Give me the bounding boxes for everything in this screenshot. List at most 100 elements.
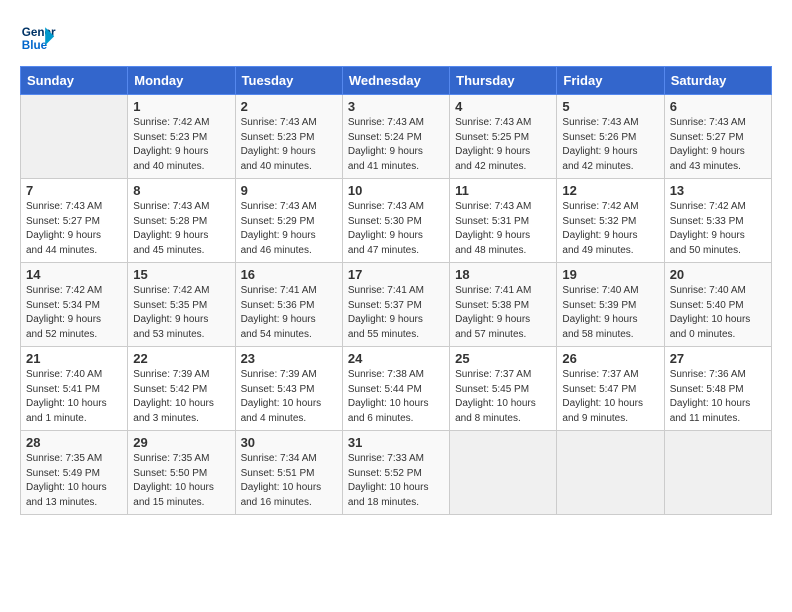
calendar-body: 1Sunrise: 7:42 AM Sunset: 5:23 PM Daylig… <box>21 95 772 515</box>
calendar-cell: 5Sunrise: 7:43 AM Sunset: 5:26 PM Daylig… <box>557 95 664 179</box>
day-number: 12 <box>562 183 658 198</box>
day-info: Sunrise: 7:42 AM Sunset: 5:23 PM Dayligh… <box>133 116 229 174</box>
day-number: 31 <box>348 435 444 450</box>
day-info: Sunrise: 7:43 AM Sunset: 5:28 PM Dayligh… <box>133 200 229 258</box>
day-number: 21 <box>26 351 122 366</box>
week-row-3: 21Sunrise: 7:40 AM Sunset: 5:41 PM Dayli… <box>21 347 772 431</box>
calendar-cell <box>21 95 128 179</box>
calendar-cell: 24 Sunrise: 7:38 AM Sunset: 5:44 PM Dayli… <box>342 347 449 431</box>
day-number: 15 <box>133 267 229 282</box>
day-info: Sunrise: 7:35 AM Sunset: 5:50 PM Dayligh… <box>133 452 229 510</box>
calendar-cell: 9 Sunrise: 7:43 AM Sunset: 5:29 PM Daylig… <box>235 179 342 263</box>
day-info: Sunrise: 7:35 AM Sunset: 5:49 PM Dayligh… <box>26 452 122 510</box>
day-number: 6 <box>670 99 766 114</box>
calendar-cell: 7 Sunrise: 7:43 AM Sunset: 5:27 PM Daylig… <box>21 179 128 263</box>
calendar-cell: 4 Sunrise: 7:43 AM Sunset: 5:25 PM Daylig… <box>450 95 557 179</box>
calendar-cell: 13 Sunrise: 7:42 AM Sunset: 5:33 PM Dayli… <box>664 179 771 263</box>
day-info: Sunrise: 7:41 AM Sunset: 5:37 PM Dayligh… <box>348 284 444 342</box>
calendar-cell: 11Sunrise: 7:43 AM Sunset: 5:31 PM Dayli… <box>450 179 557 263</box>
day-number: 16 <box>241 267 337 282</box>
day-info: Sunrise: 7:37 AM Sunset: 5:47 PM Dayligh… <box>562 368 658 426</box>
weekday-header-thursday: Thursday <box>450 67 557 95</box>
day-number: 10 <box>348 183 444 198</box>
day-info: Sunrise: 7:40 AM Sunset: 5:40 PM Dayligh… <box>670 284 766 342</box>
day-info: Sunrise: 7:38 AM Sunset: 5:44 PM Dayligh… <box>348 368 444 426</box>
day-number: 8 <box>133 183 229 198</box>
day-info: Sunrise: 7:41 AM Sunset: 5:36 PM Dayligh… <box>241 284 337 342</box>
calendar-cell: 29 Sunrise: 7:35 AM Sunset: 5:50 PM Dayli… <box>128 431 235 515</box>
calendar-cell: 2Sunrise: 7:43 AM Sunset: 5:23 PM Daylig… <box>235 95 342 179</box>
day-number: 13 <box>670 183 766 198</box>
calendar-cell <box>450 431 557 515</box>
day-info: Sunrise: 7:42 AM Sunset: 5:35 PM Dayligh… <box>133 284 229 342</box>
calendar-cell: 1Sunrise: 7:42 AM Sunset: 5:23 PM Daylig… <box>128 95 235 179</box>
calendar-cell: 18 Sunrise: 7:41 AM Sunset: 5:38 PM Dayli… <box>450 263 557 347</box>
day-info: Sunrise: 7:36 AM Sunset: 5:48 PM Dayligh… <box>670 368 766 426</box>
day-number: 19 <box>562 267 658 282</box>
weekday-header-row: SundayMondayTuesdayWednesdayThursdayFrid… <box>21 67 772 95</box>
day-info: Sunrise: 7:43 AM Sunset: 5:25 PM Dayligh… <box>455 116 551 174</box>
day-number: 28 <box>26 435 122 450</box>
calendar-cell: 15 Sunrise: 7:42 AM Sunset: 5:35 PM Dayli… <box>128 263 235 347</box>
day-number: 24 <box>348 351 444 366</box>
day-number: 7 <box>26 183 122 198</box>
weekday-header-saturday: Saturday <box>664 67 771 95</box>
day-number: 25 <box>455 351 551 366</box>
calendar-header: SundayMondayTuesdayWednesdayThursdayFrid… <box>21 67 772 95</box>
calendar-cell: 19Sunrise: 7:40 AM Sunset: 5:39 PM Dayli… <box>557 263 664 347</box>
calendar-cell: 27 Sunrise: 7:36 AM Sunset: 5:48 PM Dayli… <box>664 347 771 431</box>
day-info: Sunrise: 7:43 AM Sunset: 5:27 PM Dayligh… <box>670 116 766 174</box>
day-number: 17 <box>348 267 444 282</box>
calendar-cell: 16 Sunrise: 7:41 AM Sunset: 5:36 PM Dayli… <box>235 263 342 347</box>
calendar-cell: 21Sunrise: 7:40 AM Sunset: 5:41 PM Dayli… <box>21 347 128 431</box>
weekday-header-tuesday: Tuesday <box>235 67 342 95</box>
weekday-header-wednesday: Wednesday <box>342 67 449 95</box>
calendar-cell: 23 Sunrise: 7:39 AM Sunset: 5:43 PM Dayli… <box>235 347 342 431</box>
week-row-1: 7 Sunrise: 7:43 AM Sunset: 5:27 PM Daylig… <box>21 179 772 263</box>
day-info: Sunrise: 7:42 AM Sunset: 5:34 PM Dayligh… <box>26 284 122 342</box>
calendar-cell: 26 Sunrise: 7:37 AM Sunset: 5:47 PM Dayli… <box>557 347 664 431</box>
day-info: Sunrise: 7:42 AM Sunset: 5:33 PM Dayligh… <box>670 200 766 258</box>
calendar-cell: 10 Sunrise: 7:43 AM Sunset: 5:30 PM Dayli… <box>342 179 449 263</box>
day-number: 9 <box>241 183 337 198</box>
day-info: Sunrise: 7:43 AM Sunset: 5:29 PM Dayligh… <box>241 200 337 258</box>
day-info: Sunrise: 7:33 AM Sunset: 5:52 PM Dayligh… <box>348 452 444 510</box>
calendar-cell: 28 Sunrise: 7:35 AM Sunset: 5:49 PM Dayli… <box>21 431 128 515</box>
page-header: General Blue <box>20 20 772 56</box>
day-info: Sunrise: 7:43 AM Sunset: 5:30 PM Dayligh… <box>348 200 444 258</box>
day-number: 4 <box>455 99 551 114</box>
calendar-cell: 22 Sunrise: 7:39 AM Sunset: 5:42 PM Dayli… <box>128 347 235 431</box>
day-info: Sunrise: 7:43 AM Sunset: 5:27 PM Dayligh… <box>26 200 122 258</box>
day-info: Sunrise: 7:41 AM Sunset: 5:38 PM Dayligh… <box>455 284 551 342</box>
calendar-table: SundayMondayTuesdayWednesdayThursdayFrid… <box>20 66 772 515</box>
day-number: 26 <box>562 351 658 366</box>
day-info: Sunrise: 7:34 AM Sunset: 5:51 PM Dayligh… <box>241 452 337 510</box>
calendar-cell: 8 Sunrise: 7:43 AM Sunset: 5:28 PM Daylig… <box>128 179 235 263</box>
calendar-cell <box>664 431 771 515</box>
calendar-cell: 17 Sunrise: 7:41 AM Sunset: 5:37 PM Dayli… <box>342 263 449 347</box>
logo-icon: General Blue <box>20 20 56 56</box>
day-number: 22 <box>133 351 229 366</box>
calendar-cell: 20Sunrise: 7:40 AM Sunset: 5:40 PM Dayli… <box>664 263 771 347</box>
day-info: Sunrise: 7:43 AM Sunset: 5:26 PM Dayligh… <box>562 116 658 174</box>
day-info: Sunrise: 7:42 AM Sunset: 5:32 PM Dayligh… <box>562 200 658 258</box>
day-info: Sunrise: 7:43 AM Sunset: 5:23 PM Dayligh… <box>241 116 337 174</box>
day-info: Sunrise: 7:37 AM Sunset: 5:45 PM Dayligh… <box>455 368 551 426</box>
day-info: Sunrise: 7:39 AM Sunset: 5:43 PM Dayligh… <box>241 368 337 426</box>
day-number: 30 <box>241 435 337 450</box>
calendar-cell <box>557 431 664 515</box>
day-number: 18 <box>455 267 551 282</box>
calendar-cell: 31 Sunrise: 7:33 AM Sunset: 5:52 PM Dayli… <box>342 431 449 515</box>
calendar-cell: 6 Sunrise: 7:43 AM Sunset: 5:27 PM Daylig… <box>664 95 771 179</box>
day-number: 27 <box>670 351 766 366</box>
day-info: Sunrise: 7:43 AM Sunset: 5:24 PM Dayligh… <box>348 116 444 174</box>
logo: General Blue <box>20 20 60 56</box>
day-info: Sunrise: 7:39 AM Sunset: 5:42 PM Dayligh… <box>133 368 229 426</box>
day-info: Sunrise: 7:43 AM Sunset: 5:31 PM Dayligh… <box>455 200 551 258</box>
weekday-header-sunday: Sunday <box>21 67 128 95</box>
week-row-2: 14Sunrise: 7:42 AM Sunset: 5:34 PM Dayli… <box>21 263 772 347</box>
weekday-header-monday: Monday <box>128 67 235 95</box>
day-number: 23 <box>241 351 337 366</box>
day-number: 29 <box>133 435 229 450</box>
weekday-header-friday: Friday <box>557 67 664 95</box>
